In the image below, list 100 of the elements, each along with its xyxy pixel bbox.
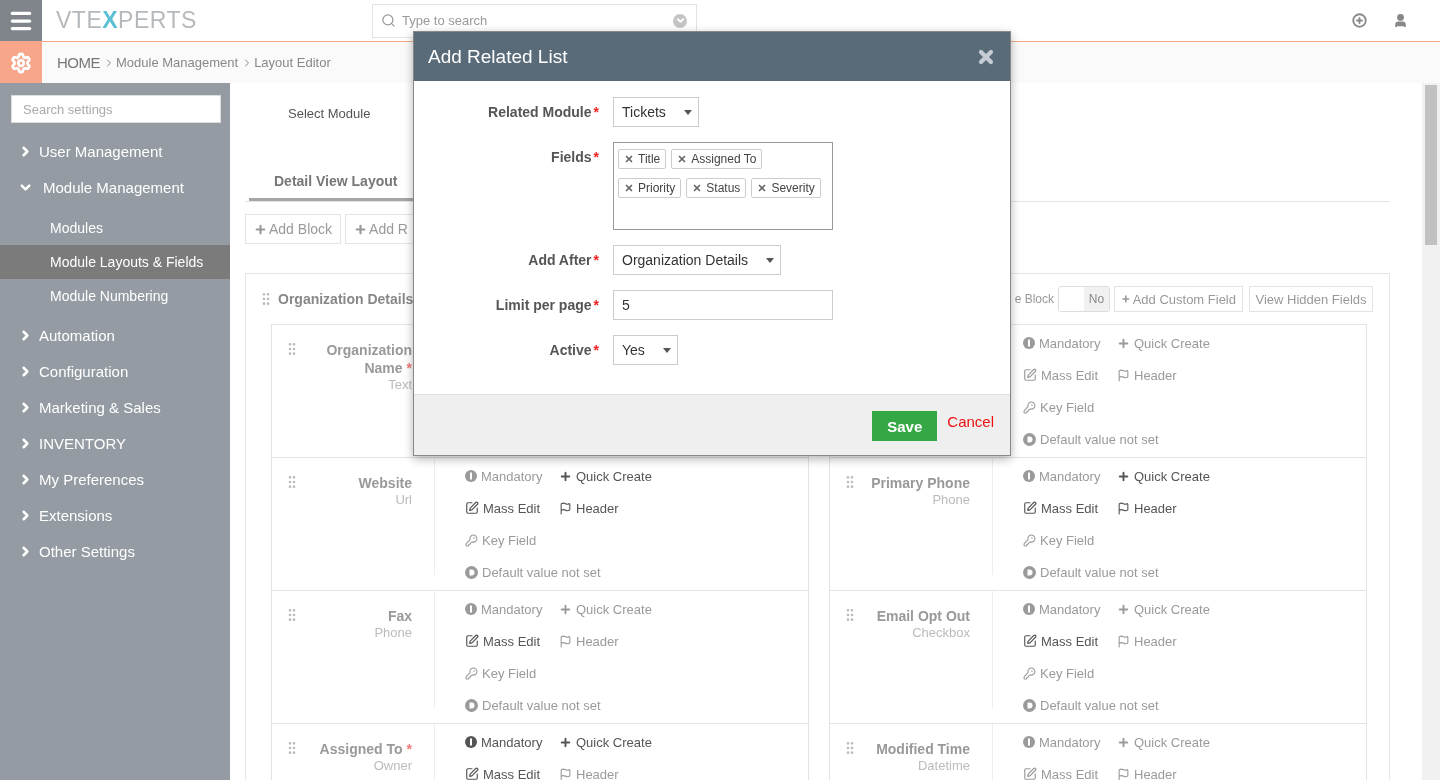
search-icon: [381, 12, 396, 28]
field-option[interactable]: Mandatory: [465, 593, 559, 625]
field-option[interactable]: Header: [1117, 758, 1366, 780]
select-field[interactable]: Organization Details: [613, 245, 781, 275]
select-field[interactable]: Tickets: [613, 97, 699, 127]
field-option[interactable]: Default value not set: [465, 689, 808, 721]
remove-icon[interactable]: [624, 154, 634, 164]
field-option[interactable]: Mass Edit: [1023, 359, 1117, 391]
sidebar-item[interactable]: Automation: [0, 317, 230, 353]
sidebar-item[interactable]: User Management: [0, 133, 230, 169]
sidebar-item[interactable]: Module Management: [0, 169, 230, 205]
sidebar-item[interactable]: Extensions: [0, 497, 230, 533]
field-option[interactable]: Mandatory: [1023, 460, 1117, 492]
toggle-switch[interactable]: No: [1058, 286, 1110, 312]
field-option[interactable]: Mass Edit: [465, 758, 559, 780]
hide-block-label: e Block: [1014, 292, 1054, 306]
field-option[interactable]: Key Field: [1023, 391, 1366, 423]
field-option[interactable]: Quick Create: [1117, 327, 1366, 359]
field-option[interactable]: Header: [559, 625, 808, 657]
edit-icon: [465, 634, 479, 648]
field-option[interactable]: Mandatory: [465, 460, 559, 492]
field-option[interactable]: Quick Create: [1117, 726, 1366, 758]
add-button[interactable]: Add Block: [245, 214, 342, 244]
field-option[interactable]: Mandatory: [1023, 593, 1117, 625]
field-option[interactable]: Mass Edit: [465, 492, 559, 524]
add-icon[interactable]: [1352, 13, 1367, 28]
key-icon: [1023, 666, 1036, 680]
remove-icon[interactable]: [624, 183, 634, 193]
field-option[interactable]: Header: [1117, 625, 1366, 657]
flag-icon: [1117, 634, 1130, 648]
panel-button[interactable]: View Hidden Fields: [1249, 286, 1373, 312]
info-icon: [1023, 603, 1035, 615]
remove-icon[interactable]: [692, 183, 703, 193]
field-tag[interactable]: Severity: [751, 178, 821, 198]
cancel-link[interactable]: Cancel: [947, 412, 994, 430]
sidebar-item[interactable]: Other Settings: [0, 533, 230, 569]
field-tag[interactable]: Status: [686, 178, 747, 198]
field-option[interactable]: Header: [1117, 492, 1366, 524]
field-option[interactable]: Quick Create: [1117, 460, 1366, 492]
save-button[interactable]: Save: [872, 411, 938, 441]
field-option[interactable]: Mandatory: [1023, 327, 1117, 359]
sidebar-subitem[interactable]: Module Layouts & Fields: [0, 245, 230, 279]
menu-button[interactable]: [0, 0, 42, 41]
field-option[interactable]: Key Field: [465, 524, 808, 556]
sidebar-item[interactable]: Marketing & Sales: [0, 389, 230, 425]
plus-icon: [1121, 293, 1131, 305]
field-option[interactable]: Mass Edit: [1023, 625, 1117, 657]
field-type: Url: [394, 492, 412, 508]
field-option[interactable]: Quick Create: [559, 593, 808, 625]
field-option[interactable]: Default value not set: [1023, 556, 1366, 588]
field-option[interactable]: Header: [1117, 359, 1366, 391]
field-option[interactable]: Mass Edit: [465, 625, 559, 657]
field-name: Primary Phone: [870, 474, 970, 492]
edit-icon: [1023, 634, 1037, 648]
field-tag[interactable]: Priority: [618, 178, 682, 198]
info-icon: [465, 603, 477, 615]
scrollbar[interactable]: [1422, 83, 1440, 780]
field-tag[interactable]: Title: [618, 149, 667, 169]
field-option[interactable]: Header: [559, 758, 808, 780]
field-option[interactable]: Mandatory: [1023, 726, 1117, 758]
sidebar-subitem[interactable]: Modules: [0, 211, 230, 245]
field-option[interactable]: Quick Create: [559, 726, 808, 758]
sidebar-item[interactable]: My Preferences: [0, 461, 230, 497]
plus-icon: [559, 602, 572, 616]
field-option[interactable]: Key Field: [1023, 657, 1366, 689]
search-field[interactable]: Search settings: [11, 95, 221, 123]
field-option[interactable]: Key Field: [465, 657, 808, 689]
info-icon: [1023, 736, 1035, 748]
info-icon: [465, 736, 477, 748]
field-option[interactable]: Mass Edit: [1023, 492, 1117, 524]
input-field[interactable]: 5: [613, 290, 833, 320]
panel-button[interactable]: Add Custom Field: [1114, 286, 1243, 312]
field-option[interactable]: Quick Create: [559, 460, 808, 492]
select-field[interactable]: Yes: [613, 335, 678, 365]
field-option[interactable]: Quick Create: [1117, 593, 1366, 625]
logo: VTEXPERTS: [56, 7, 197, 33]
breadcrumb-link[interactable]: Layout Editor: [254, 55, 331, 70]
sidebar-item[interactable]: INVENTORY: [0, 425, 230, 461]
remove-icon[interactable]: [757, 183, 768, 193]
field-option[interactable]: Default value not set: [1023, 423, 1366, 455]
remove-icon[interactable]: [677, 154, 688, 164]
sidebar-subitem[interactable]: Module Numbering: [0, 279, 230, 313]
field-option[interactable]: Default value not set: [465, 556, 808, 588]
user-icon[interactable]: [1393, 13, 1408, 28]
edit-icon: [1023, 368, 1037, 382]
field-type: Phone: [931, 492, 970, 508]
breadcrumb-link[interactable]: HOME: [57, 54, 100, 71]
field-option[interactable]: Mandatory: [465, 726, 559, 758]
field-option[interactable]: Key Field: [1023, 524, 1366, 556]
edit-icon: [1023, 501, 1037, 515]
settings-icon: [10, 51, 32, 74]
key-icon: [1023, 533, 1036, 547]
sidebar-item[interactable]: Configuration: [0, 353, 230, 389]
tags-field[interactable]: Title Assigned To Priority Status Severity: [613, 142, 833, 230]
field-option[interactable]: Mass Edit: [1023, 758, 1117, 780]
flag-icon: [1117, 767, 1130, 780]
field-option[interactable]: Default value not set: [1023, 689, 1366, 721]
breadcrumb-link[interactable]: Module Management: [116, 55, 239, 70]
field-tag[interactable]: Assigned To: [671, 149, 763, 169]
field-option[interactable]: Header: [559, 492, 808, 524]
